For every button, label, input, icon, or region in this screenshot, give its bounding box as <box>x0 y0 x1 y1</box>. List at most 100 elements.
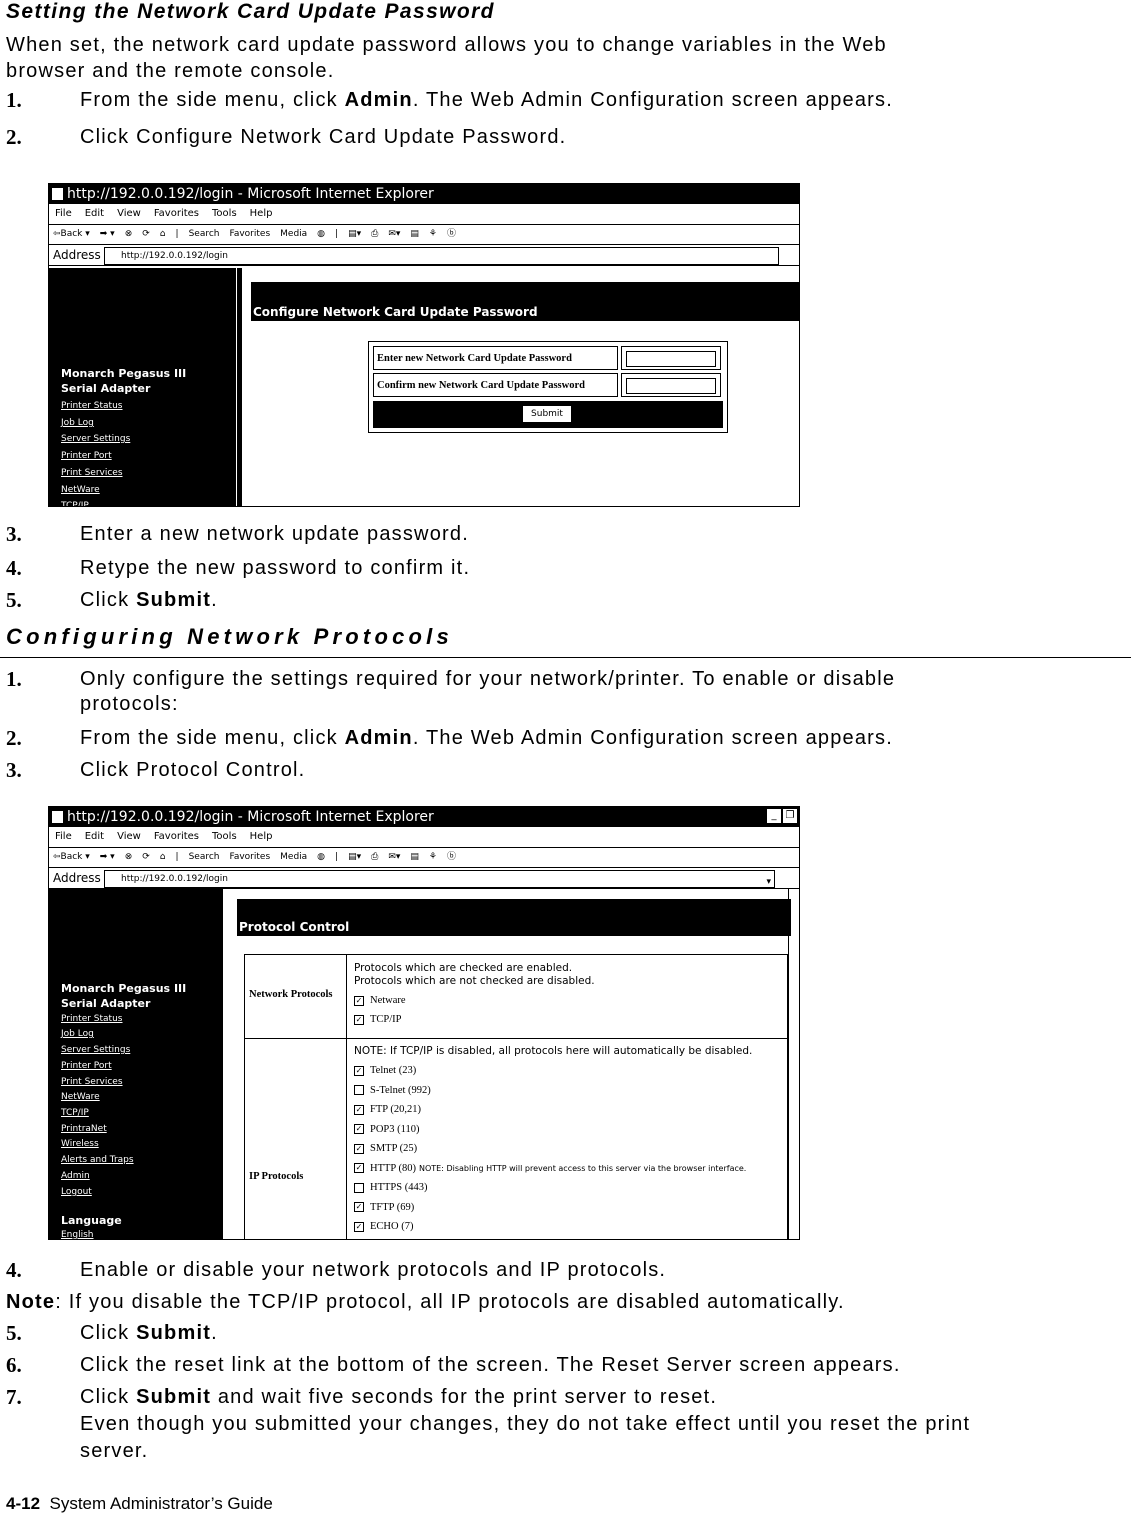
checkbox-checked[interactable]: ✓ <box>354 1104 364 1115</box>
toolbar-button[interactable]: ▤ <box>410 852 419 862</box>
checkbox-checked[interactable]: ✓ <box>354 1143 364 1154</box>
step-number: 5. <box>6 1321 22 1345</box>
sidebar-link-tcp-ip[interactable]: TCP/IP <box>61 1108 89 1118</box>
sidebar-link-print-services[interactable]: Print Services <box>61 1077 123 1087</box>
checkbox-unchecked[interactable] <box>354 1182 364 1193</box>
toolbar-button[interactable]: Search <box>189 852 220 862</box>
sidebar-link-print-services[interactable]: Print Services <box>61 468 123 478</box>
checkbox-checked[interactable]: ✓ <box>354 1014 364 1025</box>
sidebar-title: Monarch Pegasus III <box>61 982 187 995</box>
toolbar-button[interactable]: ▤▾ <box>348 852 361 862</box>
sidebar-link-printer-status[interactable]: Printer Status <box>61 401 122 411</box>
menu-edit[interactable]: Edit <box>85 208 104 219</box>
sidebar-link-job-log[interactable]: Job Log <box>61 418 94 428</box>
menu-view[interactable]: View <box>117 208 141 219</box>
toolbar-button[interactable]: | <box>176 852 179 862</box>
toolbar-button[interactable]: Favorites <box>229 852 270 862</box>
step-continuation: protocols: <box>80 693 179 715</box>
document-page: Setting the Network Card Update Password… <box>0 0 1131 1519</box>
protocols-table: Network Protocols IP Protocols Protocols… <box>244 954 788 1239</box>
restore-button[interactable]: ❐ <box>783 809 797 823</box>
sidebar-link-printranet[interactable]: PrintraNet <box>61 1124 107 1134</box>
toolbar-button[interactable]: ⚘ <box>429 229 437 239</box>
toolbar-button[interactable]: Search <box>189 229 220 239</box>
protocol-name: TFTP (69) <box>370 1201 415 1213</box>
toolbar-button[interactable]: ▤▾ <box>348 229 361 239</box>
toolbar-button[interactable]: ⌂ <box>160 852 166 862</box>
menu-view[interactable]: View <box>117 831 141 842</box>
toolbar-button[interactable]: ⇦Back ▾ <box>53 229 90 239</box>
toolbar-button[interactable]: | <box>335 852 338 862</box>
toolbar-button[interactable]: Favorites <box>229 229 270 239</box>
toolbar-button[interactable]: ⊗ <box>125 229 133 239</box>
toolbar-button[interactable]: Media <box>280 229 307 239</box>
sidebar-link-netware[interactable]: NetWare <box>61 485 100 495</box>
checkbox-checked[interactable]: ✓ <box>354 1221 364 1232</box>
menu-help[interactable]: Help <box>250 208 273 219</box>
step-text: Only configure the settings required for… <box>80 667 895 691</box>
step-text-pre: Click <box>80 1386 137 1408</box>
toolbar-button[interactable]: ◍ <box>317 852 325 862</box>
toolbar-button[interactable]: ⟳ <box>142 852 150 862</box>
address-dropdown-icon[interactable]: ▾ <box>766 872 771 892</box>
sidebar-link-server-settings[interactable]: Server Settings <box>61 434 130 444</box>
toolbar-button[interactable]: ⚘ <box>429 852 437 862</box>
toolbar-button[interactable]: | <box>335 229 338 239</box>
sidebar-link-tcp-ip[interactable]: TCP/IP <box>61 501 89 506</box>
sidebar-link-admin[interactable]: Admin <box>61 1171 90 1181</box>
toolbar-button[interactable]: ◍ <box>317 229 325 239</box>
checkbox-checked[interactable]: ✓ <box>354 995 364 1006</box>
toolbar-button[interactable]: ⟳ <box>142 229 150 239</box>
sidebar-link-printer-status[interactable]: Printer Status <box>61 1014 122 1024</box>
menu-edit[interactable]: Edit <box>85 831 104 842</box>
toolbar-button[interactable]: ➡ ▾ <box>100 852 115 862</box>
checkbox-checked[interactable]: ✓ <box>354 1065 364 1076</box>
checkbox-checked[interactable]: ✓ <box>354 1163 364 1174</box>
menu-favorites[interactable]: Favorites <box>154 831 199 842</box>
toolbar-button[interactable]: | <box>176 229 179 239</box>
toolbar-button[interactable]: ⓑ <box>447 229 456 239</box>
step-number: 7. <box>6 1385 22 1409</box>
sidebar-link-wireless[interactable]: Wireless <box>61 1139 99 1149</box>
minimize-button[interactable]: _ <box>767 809 781 823</box>
toolbar-button[interactable]: ⊗ <box>125 852 133 862</box>
language-link[interactable]: English <box>61 1230 94 1239</box>
protocol-name: ECHO (7) <box>370 1221 414 1232</box>
sidebar-link-server-settings[interactable]: Server Settings <box>61 1045 130 1055</box>
toolbar-button[interactable]: ⓑ <box>447 852 456 862</box>
protocol-row: ✓ Netware <box>354 994 595 1007</box>
toolbar-button[interactable]: ⇦Back ▾ <box>53 852 90 862</box>
menu-favorites[interactable]: Favorites <box>154 208 199 219</box>
toolbar-button[interactable]: ⎙ <box>371 229 378 239</box>
step-text-pre: From the side menu, click <box>80 89 345 111</box>
protocol-row: ✓ ECHO (7) <box>354 1217 752 1237</box>
toolbar-button[interactable]: ➡ ▾ <box>100 229 115 239</box>
menu-help[interactable]: Help <box>250 831 273 842</box>
confirm-password-input[interactable] <box>626 378 716 394</box>
toolbar-button[interactable]: ✉▾ <box>388 852 400 862</box>
sidebar-link-alerts-and-traps[interactable]: Alerts and Traps <box>61 1155 134 1165</box>
submit-button[interactable]: Submit <box>523 406 571 422</box>
new-password-input[interactable] <box>626 351 716 367</box>
toolbar-button[interactable]: ▤ <box>410 229 419 239</box>
sidebar-link-job-log[interactable]: Job Log <box>61 1029 94 1039</box>
sidebar-link-netware[interactable]: NetWare <box>61 1092 100 1102</box>
sidebar-link-printer-port[interactable]: Printer Port <box>61 451 112 461</box>
sidebar-link-logout[interactable]: Logout <box>61 1187 92 1197</box>
sidebar-link-printer-port[interactable]: Printer Port <box>61 1061 112 1071</box>
menu-tools[interactable]: Tools <box>212 831 237 842</box>
toolbar-button[interactable]: ⎙ <box>371 852 378 862</box>
scrollbar[interactable] <box>788 889 799 1239</box>
menu-file[interactable]: File <box>55 831 72 842</box>
toolbar-button[interactable]: ✉▾ <box>388 229 400 239</box>
address-input[interactable]: http://192.0.0.192/login <box>104 247 779 265</box>
menu-file[interactable]: File <box>55 208 72 219</box>
step-bold-term: Admin <box>344 727 413 749</box>
address-input[interactable]: http://192.0.0.192/login <box>104 870 775 888</box>
menu-tools[interactable]: Tools <box>212 208 237 219</box>
toolbar-button[interactable]: ⌂ <box>160 229 166 239</box>
checkbox-checked[interactable]: ✓ <box>354 1124 364 1135</box>
checkbox-unchecked[interactable] <box>354 1085 364 1096</box>
checkbox-checked[interactable]: ✓ <box>354 1202 364 1213</box>
toolbar-button[interactable]: Media <box>280 852 307 862</box>
